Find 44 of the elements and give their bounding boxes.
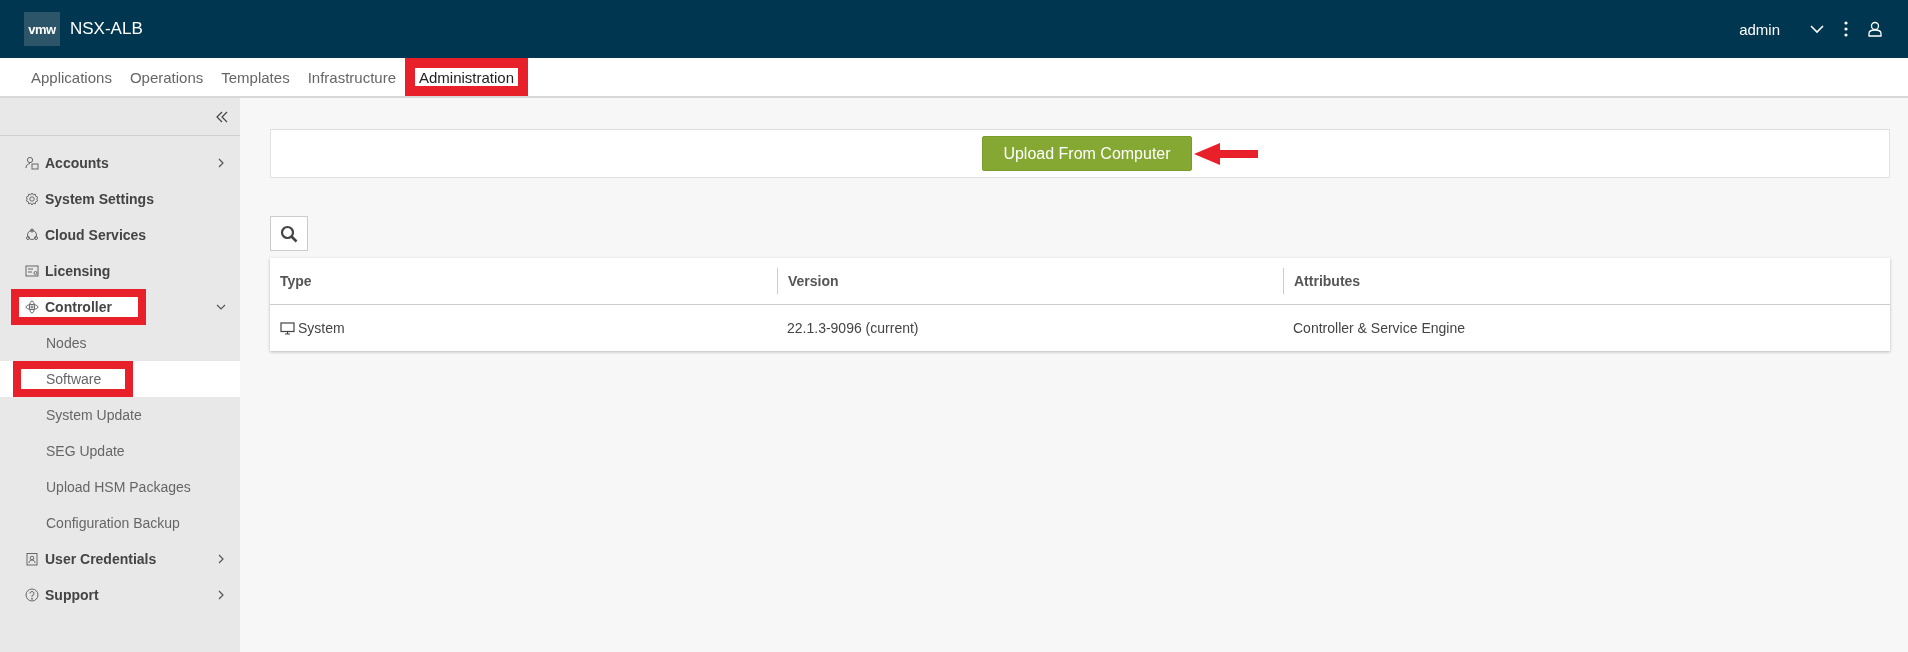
sidebar-item[interactable]: User Credentials xyxy=(0,541,240,577)
column-header[interactable]: Type xyxy=(270,268,777,294)
collapse-icon[interactable] xyxy=(216,110,228,123)
user-icon[interactable] xyxy=(1868,21,1882,37)
sidebar-subitem[interactable]: System Update xyxy=(0,397,240,433)
sidebar-label: System Settings xyxy=(45,191,154,207)
network-icon xyxy=(25,228,39,242)
id-badge-icon xyxy=(25,552,39,566)
logo: vmw xyxy=(24,12,60,46)
sidebar-item[interactable]: Controller xyxy=(0,289,240,325)
sidebar-label: Accounts xyxy=(45,155,109,171)
search-icon xyxy=(280,224,298,243)
chevron-down-icon[interactable] xyxy=(1810,24,1824,34)
nav-tab[interactable]: Administration xyxy=(405,58,529,96)
gear-icon xyxy=(25,192,39,206)
sidebar-subitem[interactable]: Upload HSM Packages xyxy=(0,469,240,505)
atom-icon xyxy=(25,300,39,314)
table-cell: 22.1.3-9096 (current) xyxy=(787,320,919,336)
monitor-icon xyxy=(280,321,295,335)
sidebar-label: Cloud Services xyxy=(45,227,147,243)
sidebar-item[interactable]: System Settings xyxy=(0,181,240,217)
sidebar-subitem[interactable]: SEG Update xyxy=(0,433,240,469)
sidebar-label: User Credentials xyxy=(45,551,157,567)
sidebar-item[interactable]: Accounts xyxy=(0,145,240,181)
sidebar-label: Licensing xyxy=(45,263,111,279)
table-cell: Controller & Service Engine xyxy=(1293,320,1465,336)
sidebar-subitem[interactable]: Configuration Backup xyxy=(0,505,240,541)
column-header[interactable]: Attributes xyxy=(1283,268,1890,294)
search-button[interactable] xyxy=(270,216,308,251)
product-name: NSX-ALB xyxy=(70,19,143,39)
certificate-icon xyxy=(25,264,39,278)
sidebar-item[interactable]: Licensing xyxy=(0,253,240,289)
sidebar-item[interactable]: Support xyxy=(0,577,240,613)
user-menu[interactable]: admin xyxy=(1739,20,1780,38)
sidebar-subitem[interactable]: Software xyxy=(0,361,240,397)
sidebar-subitem[interactable]: Nodes xyxy=(0,325,240,361)
sidebar-item[interactable]: Cloud Services xyxy=(0,217,240,253)
user-card-icon xyxy=(25,156,39,170)
more-icon[interactable] xyxy=(1844,21,1848,37)
table-cell: System xyxy=(298,320,345,336)
help-icon xyxy=(25,588,39,602)
sidebar-label: Controller xyxy=(45,299,112,315)
column-header[interactable]: Version xyxy=(777,268,1283,294)
sidebar-label: Support xyxy=(45,587,99,603)
